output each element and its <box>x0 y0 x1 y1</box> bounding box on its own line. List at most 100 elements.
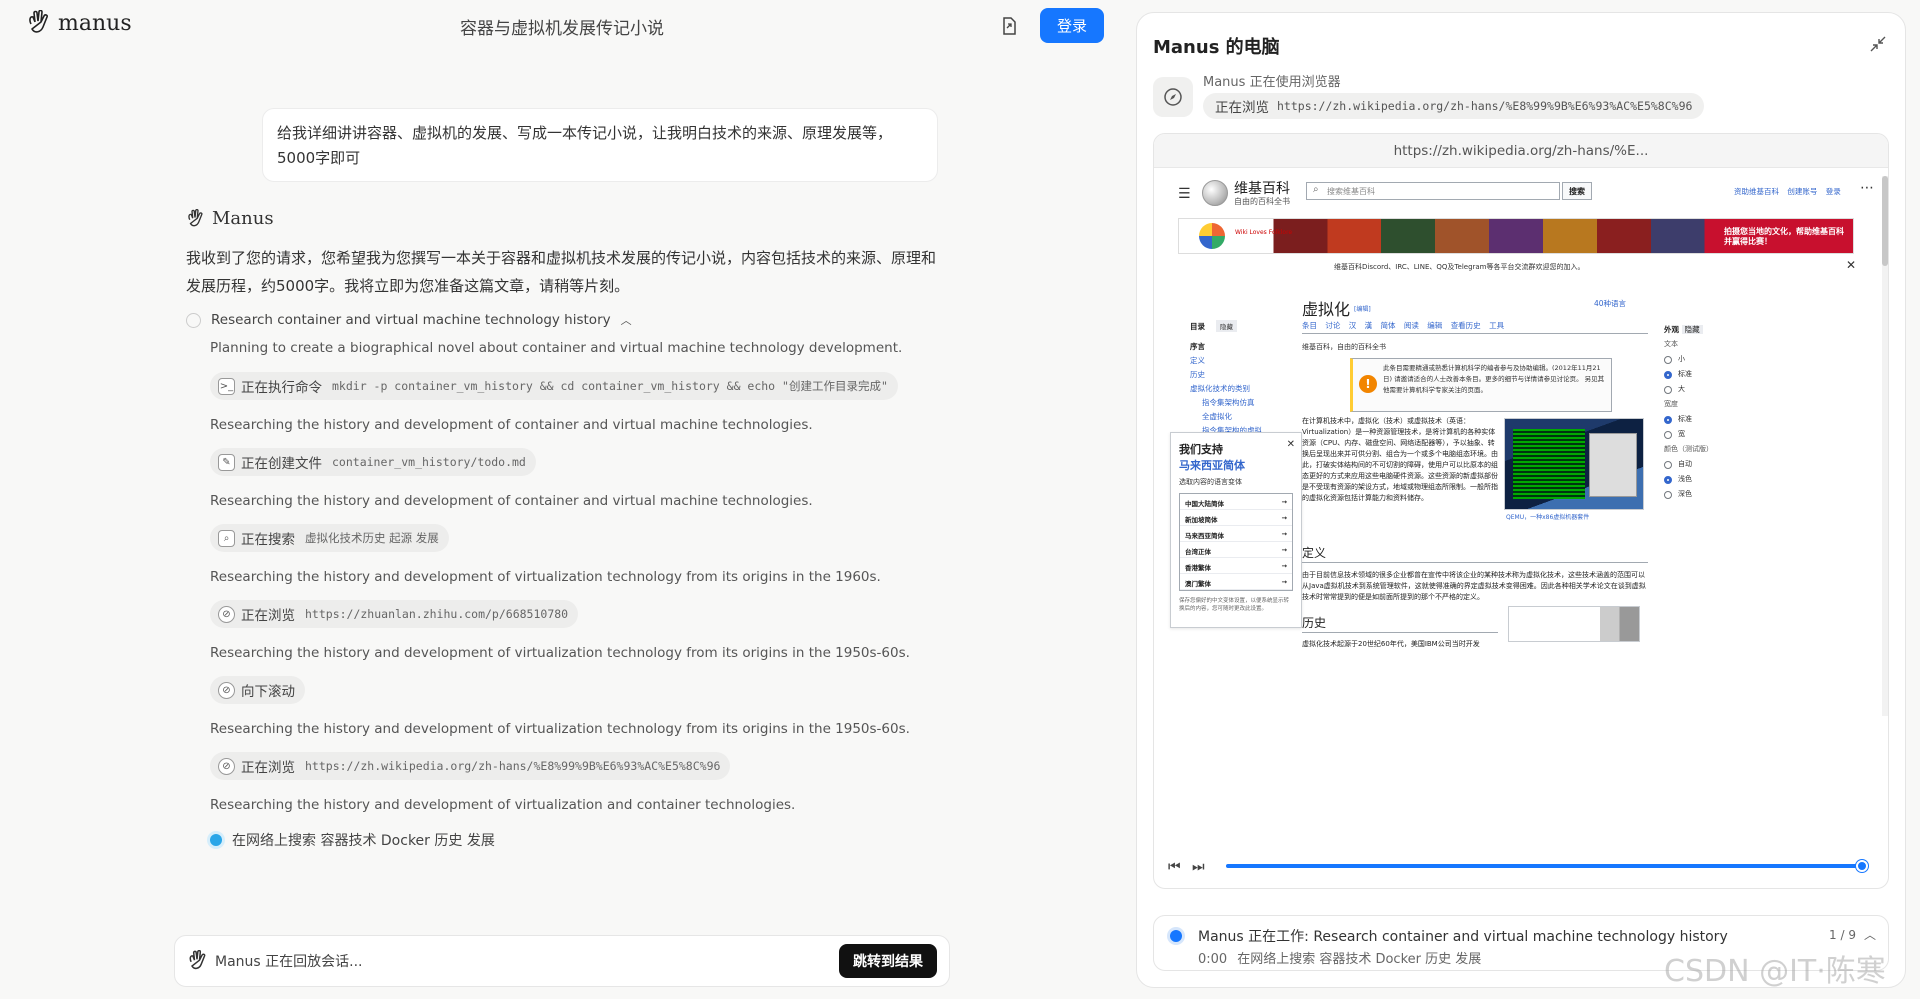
width-option[interactable]: 标准 <box>1664 412 1713 427</box>
browser-status-icon <box>1153 77 1193 117</box>
banner-brand: Wiki Loves Folklore <box>1235 229 1293 236</box>
chevron-up-icon[interactable]: ︿ <box>1864 926 1876 943</box>
task-title: Research container and virtual machine t… <box>211 312 611 328</box>
more-icon[interactable]: ⋯ <box>1860 180 1874 196</box>
step-action-pill[interactable]: ⌕ 正在搜索 虚拟化技术历史 起源 发展 <box>210 524 449 552</box>
playback-progress-knob[interactable] <box>1856 860 1868 872</box>
toc-item[interactable]: 序言 <box>1190 340 1262 354</box>
compass-icon: ⊘ <box>218 605 235 623</box>
section-heading: 定义 <box>1302 546 1327 560</box>
toc-item[interactable]: 历史 <box>1190 368 1262 382</box>
watermark: CSDN @IT·陈寒 <box>1664 954 1886 989</box>
wiki-notice: 维基百科Discord、IRC、LINE、QQ及Telegram等各平台交流群欢… <box>1334 263 1585 271</box>
toc-title: 目录 <box>1190 322 1205 331</box>
close-icon[interactable]: ✕ <box>1287 439 1295 450</box>
toc-hide-button[interactable]: 隐藏 <box>1216 320 1237 332</box>
arrow-right-icon: → <box>1281 498 1287 506</box>
replay-status: Manus 正在回放会话... <box>215 954 363 970</box>
browser-status-label: Manus 正在使用浏览器 <box>1203 75 1341 90</box>
appearance-hide-button[interactable]: 隐藏 <box>1681 325 1703 334</box>
wiki-banner[interactable]: Wiki Loves Folklore 拍摄您当地的文化，帮助维基百科并赢得比赛… <box>1178 218 1854 254</box>
wiki-top-links[interactable]: 资助维基百科 创建账号 登录 <box>1734 186 1841 197</box>
arrow-right-icon: → <box>1281 546 1287 554</box>
work-detail: 0:00 在网络上搜索 容器技术 Docker 历史 发展 <box>1198 952 1482 967</box>
text-size-option[interactable]: 大 <box>1664 382 1713 397</box>
step-text: Planning to create a biographical novel … <box>210 340 903 356</box>
collapse-icon[interactable] <box>1869 35 1887 53</box>
width-option[interactable]: 宽 <box>1664 427 1713 442</box>
assistant-header: Manus <box>186 208 274 229</box>
step-action-pill[interactable]: ⊘ 正在浏览 https://zh.wikipedia.org/zh-hans/… <box>210 752 731 780</box>
toc-item[interactable]: 指令集架构仿真 <box>1190 396 1262 410</box>
variant-option[interactable]: 新加坡简体 → <box>1180 510 1292 526</box>
manus-logo[interactable]: manus <box>26 10 132 36</box>
step-action-pill[interactable]: ⊘ 正在浏览 https://zhuanlan.zhihu.com/p/6685… <box>210 600 579 628</box>
compass-icon <box>1164 88 1182 106</box>
text-size-option[interactable]: 小 <box>1664 352 1713 367</box>
color-option[interactable]: 浅色 <box>1664 472 1713 487</box>
color-option[interactable]: 自动 <box>1664 457 1713 472</box>
replay-bar: Manus 正在回放会话... 跳转到结果 <box>174 935 950 987</box>
qemu-screenshot-image[interactable] <box>1504 418 1644 510</box>
skip-forward-icon[interactable]: ⏭ <box>1192 859 1205 875</box>
wiki-page-title: 虚拟化 <box>1302 300 1351 319</box>
wiki-intro-text: 在计算机技术中，虚拟化（技术）或虚拟技术（英语：Virtualization）是… <box>1302 417 1498 502</box>
assistant-name: Manus <box>212 208 274 229</box>
variant-option[interactable]: 澳门繁体 → <box>1180 574 1292 590</box>
step-text: Researching the history and development … <box>210 797 796 813</box>
jump-to-result-button[interactable]: 跳转到结果 <box>839 944 937 978</box>
task-status-circle-icon <box>186 312 201 328</box>
wiki-tabs[interactable]: 条目 讨论 汉 漢 简体 阅读 编辑 查看历史 工具 <box>1302 320 1648 334</box>
wiki-loves-folklore-logo <box>1199 223 1225 249</box>
manus-hand-icon <box>188 208 203 226</box>
toc-list: 序言 定义 历史 虚拟化技术的类别 指令集架构仿真 全虚拟化 指令集架构的虚拟 <box>1190 340 1262 438</box>
variant-option[interactable]: 台湾正体 → <box>1180 542 1292 558</box>
wikipedia-page[interactable]: ☰ 维基百科 自由的百科全书 搜索维基百科 搜索 资助维基百科 创建账号 登录 … <box>1154 168 1888 728</box>
manus-hand-icon <box>29 10 48 33</box>
close-icon[interactable]: ✕ <box>1846 258 1856 272</box>
wiki-scrollbar[interactable] <box>1882 176 1888 716</box>
language-variant-popup: ✕ 我们支持 马来西亚简体 选取内容的语言变体 中国大陆简体 → 新加坡简体 → 马… <box>1170 432 1302 628</box>
definition-text: 由于目前信息技术领域的很多企业都曾在宣传中将该企业的某种技术称为虚拟化技术，这些… <box>1302 571 1646 601</box>
browser-status-pill: 正在浏览 https://zh.wikipedia.org/zh-hans/%E… <box>1203 93 1705 119</box>
appearance-panel: 外观 隐藏 文本 小 标准 大 宽度 标准 宽 颜色（测试版） 自动 浅色 深色 <box>1664 320 1713 502</box>
share-file-icon[interactable] <box>999 16 1019 36</box>
arrow-right-icon: → <box>1281 514 1287 522</box>
color-option[interactable]: 深色 <box>1664 487 1713 502</box>
chevron-up-icon[interactable]: ︿ <box>621 312 632 328</box>
step-action-pill[interactable]: ⊘ 向下滚动 <box>210 676 305 704</box>
task-header[interactable]: Research container and virtual machine t… <box>186 312 632 328</box>
active-step: 在网络上搜索 容器技术 Docker 历史 发展 <box>210 830 495 850</box>
step-text: Researching the history and development … <box>210 417 813 433</box>
work-title: Manus 正在工作: Research container and virtu… <box>1198 929 1728 945</box>
compass-icon: ⊘ <box>218 681 235 699</box>
step-action-pill[interactable]: >_ 正在执行命令 mkdir -p container_vm_history … <box>210 372 898 400</box>
arrow-right-icon: → <box>1281 562 1287 570</box>
edit-file-icon: ✎ <box>218 453 235 471</box>
languages-button[interactable]: 40种语言 <box>1594 298 1626 309</box>
login-button[interactable]: 登录 <box>1040 8 1104 43</box>
banner-text: 拍摄您当地的文化，帮助维基百科并赢得比赛！ <box>1724 227 1844 246</box>
history-image[interactable] <box>1508 606 1640 642</box>
step-text: Researching the history and development … <box>210 645 910 661</box>
toc-item[interactable]: 定义 <box>1190 354 1262 368</box>
variant-option[interactable]: 中国大陆简体 → <box>1180 494 1292 510</box>
toc-item[interactable]: 虚拟化技术的类别 <box>1190 382 1262 396</box>
skip-back-icon[interactable]: ⏮ <box>1168 859 1181 875</box>
playback-progress[interactable] <box>1226 864 1862 868</box>
variant-option[interactable]: 马来西亚简体 → <box>1180 526 1292 542</box>
working-indicator-icon <box>1170 930 1182 942</box>
wiki-search-input[interactable]: 搜索维基百科 <box>1306 182 1560 200</box>
variant-option[interactable]: 香港繁体 → <box>1180 558 1292 574</box>
history-text: 虚拟化技术起源于20世纪60年代，美国IBM公司当时开发 <box>1302 640 1480 648</box>
wiki-warning-box: ! 此条目需要精通或熟悉计算机科学的编者参与及协助编辑。(2012年11月21日… <box>1350 358 1612 412</box>
menu-icon[interactable]: ☰ <box>1178 186 1191 202</box>
user-message: 给我详细讲讲容器、虚拟机的发展、写成一本传记小说，让我明白技术的来源、原理发展等… <box>262 108 938 182</box>
terminal-icon: >_ <box>218 377 235 395</box>
text-size-option[interactable]: 标准 <box>1664 367 1713 382</box>
wiki-search-button[interactable]: 搜索 <box>1562 182 1592 200</box>
toc-item[interactable]: 全虚拟化 <box>1190 410 1262 424</box>
compass-icon: ⊘ <box>218 757 235 775</box>
edit-link[interactable]: [编辑] <box>1354 304 1371 313</box>
step-action-pill[interactable]: ✎ 正在创建文件 container_vm_history/todo.md <box>210 448 536 476</box>
